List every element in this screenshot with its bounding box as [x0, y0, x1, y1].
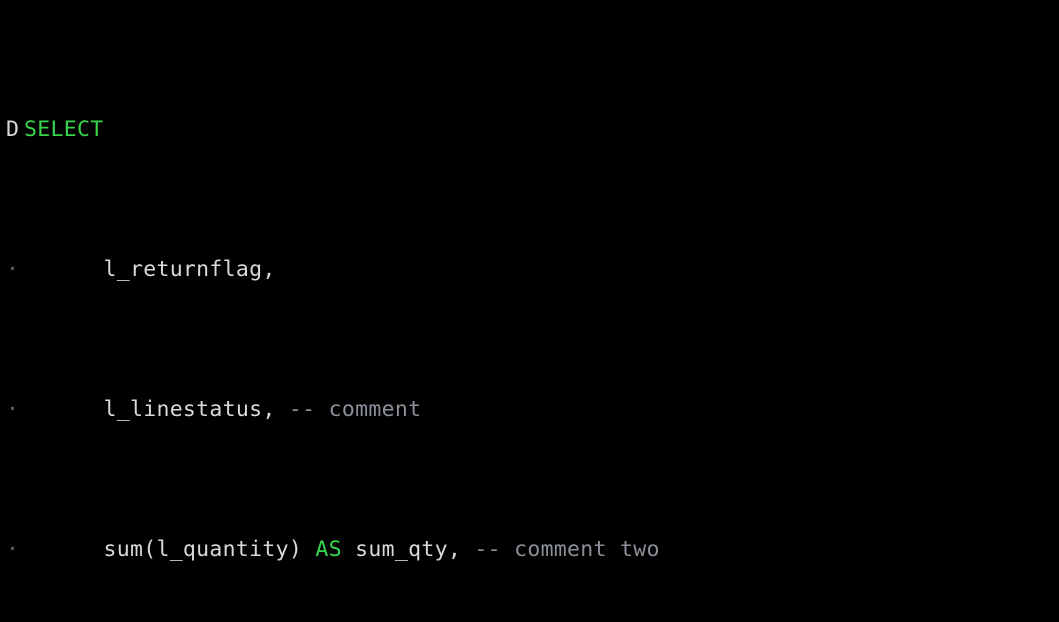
continuation-dot: · — [6, 256, 24, 284]
code-content: l_returnflag, — [24, 256, 1053, 284]
kw-as: AS — [315, 537, 342, 562]
code-content: sum(l_quantity) AS sum_qty, -- comment t… — [24, 536, 1053, 564]
column-name: l_linestatus, — [103, 397, 288, 422]
terminal-sql-editor[interactable]: D SELECT · l_returnflag, · l_linestatus,… — [0, 0, 1059, 622]
sql-comment: -- comment two — [474, 537, 659, 562]
prompt-char: D — [6, 116, 24, 144]
continuation-dot: · — [6, 536, 24, 564]
alias: sum_qty, — [342, 537, 474, 562]
column-name: l_returnflag, — [103, 257, 275, 282]
kw-select: SELECT — [24, 117, 103, 142]
code-line: · l_linestatus, -- comment — [6, 396, 1053, 424]
code-content: l_linestatus, -- comment — [24, 396, 1053, 424]
sql-comment: -- comment — [289, 397, 421, 422]
continuation-dot: · — [6, 396, 24, 424]
code-line: D SELECT — [6, 116, 1053, 144]
code-line: · l_returnflag, — [6, 256, 1053, 284]
code-content: SELECT — [24, 116, 1053, 144]
fn-name: sum — [103, 537, 143, 562]
code-line: · sum(l_quantity) AS sum_qty, -- comment… — [6, 536, 1053, 564]
